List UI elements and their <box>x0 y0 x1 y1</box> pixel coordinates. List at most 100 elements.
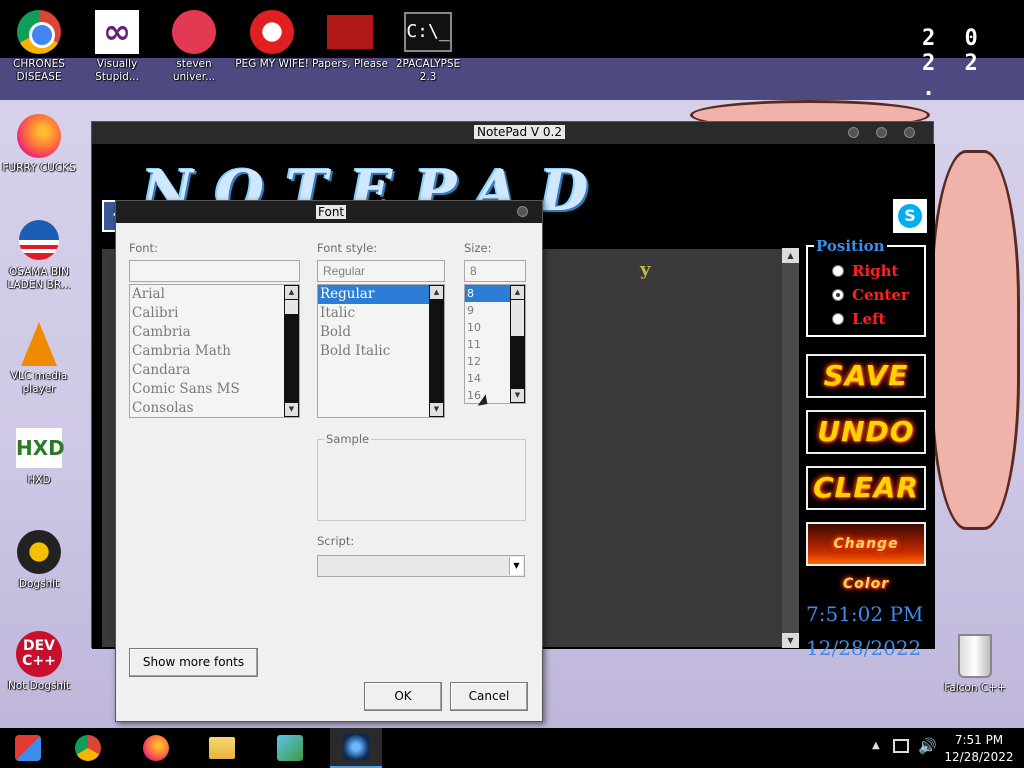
clear-button[interactable]: CLEAR <box>806 466 926 510</box>
size-label: Size: <box>464 241 492 255</box>
folder-icon <box>209 737 235 759</box>
change-color-button[interactable]: Change Color <box>806 522 926 592</box>
undo-button[interactable]: UNDO <box>806 410 926 454</box>
desktop-icon-dogshit[interactable]: Dogshit <box>0 528 78 591</box>
scroll-up-arrow-icon[interactable]: ▲ <box>511 286 524 299</box>
font-list-item[interactable]: Cambria <box>130 323 299 342</box>
font-list[interactable]: Arial Calibri Cambria Cambria Math Candara Co… <box>129 284 300 418</box>
minimize-button[interactable] <box>848 127 859 138</box>
font-list-item[interactable]: Comic Sans MS <box>130 380 299 399</box>
font-style-list-item[interactable]: Bold Italic <box>318 342 444 361</box>
taskbar-app-network[interactable] <box>264 728 316 768</box>
show-more-fonts-button[interactable]: Show more fonts <box>129 648 258 677</box>
notepad-titlebar[interactable]: NotePad V 0.2 <box>92 122 933 144</box>
desktop-icon-label: Falcon C++ <box>944 682 1006 694</box>
obama-logo-icon <box>15 216 63 264</box>
people-icon <box>277 735 303 761</box>
taskbar: ▲ 🔊 7:51 PM 12/28/2022 <box>0 728 1024 768</box>
clock-date: 12/28/2022 <box>806 636 922 660</box>
scroll-down-arrow-icon[interactable]: ▼ <box>430 403 443 416</box>
desktop-icon-falcon[interactable]: Falcon C++ <box>936 632 1014 695</box>
taskbar-app-start[interactable] <box>2 728 54 768</box>
radio-circle[interactable] <box>832 265 844 277</box>
font-list-item[interactable]: Consolas <box>130 399 299 417</box>
close-button[interactable] <box>904 127 915 138</box>
desktop-icon-osama[interactable]: OSAMA BIN LADEN BR... <box>0 216 78 292</box>
network-icon[interactable] <box>893 739 909 753</box>
scroll-up-arrow-icon[interactable]: ▲ <box>285 286 298 299</box>
editor-scrollbar[interactable]: ▲ ▼ <box>782 248 799 648</box>
desktop-icon-hxd[interactable]: HXD HXD <box>0 424 78 487</box>
desktop-icon-chrome[interactable]: CHRONES DISEASE <box>0 8 78 84</box>
volume-icon[interactable]: 🔊 <box>918 737 937 755</box>
scroll-up-arrow-icon[interactable]: ▲ <box>782 248 799 263</box>
font-list-item[interactable]: Arial <box>130 285 299 304</box>
script-select[interactable]: ▼ <box>317 555 525 577</box>
desktop-icon-not-dogshit[interactable]: DEV C++ Not Dogshit <box>0 630 78 693</box>
font-style-list-item[interactable]: Bold <box>318 323 444 342</box>
chevron-down-icon[interactable]: ▼ <box>509 557 523 575</box>
firefox-icon <box>143 735 169 761</box>
show-hidden-icons-icon[interactable]: ▲ <box>872 740 880 751</box>
scroll-thumb[interactable] <box>285 300 298 314</box>
desktop-icon-firefox[interactable]: FURRY CUCKS <box>0 112 78 175</box>
scroll-down-arrow-icon[interactable]: ▼ <box>511 389 524 402</box>
font-name-input[interactable] <box>129 260 300 282</box>
desktop-icon-label: Dogshit <box>18 578 60 590</box>
desktop-icon-label: Not Dogshit <box>7 680 71 692</box>
recycle-bin-icon <box>951 632 999 680</box>
banner-year: 2 0 2 2 . <box>922 26 986 101</box>
font-list-item[interactable]: Cambria Math <box>130 342 299 361</box>
size-input[interactable] <box>464 260 526 282</box>
scroll-down-arrow-icon[interactable]: ▼ <box>285 403 298 416</box>
taskbar-app-notepad[interactable] <box>330 728 382 768</box>
skype-button[interactable]: S <box>893 199 927 233</box>
clock-time: 7:51:02 PM <box>806 602 924 626</box>
scroll-down-arrow-icon[interactable]: ▼ <box>782 633 799 648</box>
editor-text: y <box>640 259 651 280</box>
cancel-button[interactable]: Cancel <box>450 682 528 711</box>
font-list-item[interactable]: Candara <box>130 361 299 380</box>
desktop-icon-visual-studio[interactable]: ∞ Visually Stupid... <box>78 8 156 84</box>
taskbar-time[interactable]: 7:51 PM <box>944 733 1014 747</box>
radio-left[interactable]: Left <box>832 309 885 329</box>
font-style-list-item[interactable]: Regular <box>318 285 444 304</box>
desktop-icon-vlc[interactable]: VLC media player <box>0 320 78 396</box>
font-list-scrollbar[interactable]: ▲ ▼ <box>284 285 299 417</box>
desktop-icon-papers-please[interactable]: Papers, Please <box>311 8 389 71</box>
radio-circle[interactable] <box>832 313 844 325</box>
save-button[interactable]: SAVE <box>806 354 926 398</box>
radio-right[interactable]: Right <box>832 261 899 281</box>
chrome-icon <box>15 8 63 56</box>
font-style-list-item[interactable]: Italic <box>318 304 444 323</box>
radio-circle-selected[interactable] <box>832 289 844 301</box>
radio-center[interactable]: Center <box>832 285 909 305</box>
papers-please-icon <box>326 8 374 56</box>
start-icon <box>15 735 41 761</box>
taskbar-app-firefox[interactable] <box>130 728 182 768</box>
dialog-close-button[interactable] <box>517 206 528 217</box>
scroll-up-arrow-icon[interactable]: ▲ <box>430 286 443 299</box>
font-list-item[interactable]: Calibri <box>130 304 299 323</box>
desktop-icon-peg[interactable]: PEG MY WIFE! <box>233 8 311 71</box>
font-style-list[interactable]: Regular Italic Bold Bold Italic ▲ ▼ <box>317 284 445 418</box>
maximize-button[interactable] <box>876 127 887 138</box>
taskbar-date[interactable]: 12/28/2022 <box>944 750 1014 764</box>
visual-studio-icon: ∞ <box>93 8 141 56</box>
ok-button[interactable]: OK <box>364 682 442 711</box>
font-dialog-titlebar[interactable]: Font <box>116 201 542 223</box>
peg-icon <box>248 8 296 56</box>
size-list-scrollbar[interactable]: ▲ ▼ <box>510 285 525 403</box>
command-prompt-icon: C:\_ <box>404 8 452 56</box>
scroll-thumb[interactable] <box>511 300 524 336</box>
taskbar-app-file-explorer[interactable] <box>196 728 248 768</box>
taskbar-app-chrome[interactable] <box>62 728 114 768</box>
desktop-icon-2pacalypse[interactable]: C:\_ 2PACALYPSE 2.3 <box>389 8 467 84</box>
font-style-input[interactable] <box>317 260 445 282</box>
style-list-scrollbar[interactable]: ▲ ▼ <box>429 285 444 417</box>
desktop-icon-steven-universe[interactable]: steven univer... <box>155 8 233 84</box>
desktop-icon-label: PEG MY WIFE! <box>235 58 309 70</box>
window-title: NotePad V 0.2 <box>474 125 565 139</box>
size-list[interactable]: 8 9 10 11 12 14 16 ▲ ▼ <box>464 284 526 404</box>
font-label: Font: <box>129 241 158 255</box>
